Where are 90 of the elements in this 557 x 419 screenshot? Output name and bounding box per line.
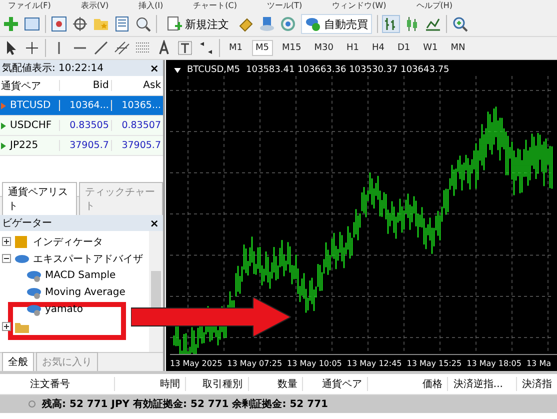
trendline-icon[interactable] (93, 40, 109, 56)
bid-price: 0.83505 (58, 120, 111, 131)
symbol-name: JP225 (10, 140, 38, 151)
chart-symbol: BTCUSD,M5 (187, 65, 240, 75)
close-button[interactable]: × (150, 62, 159, 74)
timeframe-button[interactable]: D1 (393, 40, 414, 56)
bar-chart-icon[interactable] (383, 16, 399, 32)
time-axis-label: 13 May 10:05 (287, 358, 342, 368)
panel-tab[interactable]: 通貨ペアリスト (2, 182, 77, 215)
time-axis-label: 13 May 18:05 (466, 358, 522, 368)
column-header[interactable]: Bid (58, 80, 111, 91)
ask-price: 0.83507 (110, 120, 163, 131)
tree-label: Moving Average (45, 287, 126, 298)
arrows-icon[interactable] (198, 40, 214, 56)
symbol-row[interactable]: JP225 37905.7 37905.7 (0, 136, 163, 156)
column-header[interactable]: Ask (110, 80, 163, 91)
text-label-icon[interactable] (177, 40, 193, 56)
expander-icon[interactable] (2, 254, 11, 263)
timeframe-button[interactable]: W1 (419, 40, 442, 56)
column-header[interactable]: 決済逆指... (448, 377, 517, 391)
timeframe-button[interactable]: M30 (310, 40, 338, 56)
timeframe-button[interactable]: M15 (278, 40, 306, 56)
tree-item[interactable]: インディケータ (0, 233, 105, 250)
menu-item[interactable]: ヘルプ(H) (416, 0, 453, 12)
crosshair-icon[interactable] (72, 16, 88, 32)
status-dot-icon (28, 400, 36, 408)
magnifier-icon[interactable] (135, 16, 151, 32)
crosshair-icon[interactable] (24, 40, 40, 56)
timeframe-button[interactable]: M5 (252, 40, 273, 56)
time-axis-label: 13 May 15:25 (406, 358, 462, 368)
time-axis-label: 13 Ma (526, 358, 551, 368)
menu-item[interactable]: ファイル(F) (8, 0, 51, 12)
document-plus-icon (166, 16, 182, 32)
close-button[interactable]: × (150, 216, 159, 230)
column-header[interactable]: 決済指 (516, 377, 557, 391)
timeframe-button[interactable]: M1 (225, 40, 246, 56)
timeframe-button[interactable]: H4 (368, 40, 388, 56)
navigator-title: ビゲーター (2, 217, 52, 230)
signal-icon[interactable] (280, 16, 296, 32)
symbol-row[interactable]: BTCUSD 10364... 10365... (0, 96, 163, 116)
zoom-in-icon[interactable] (452, 16, 468, 32)
menu-item[interactable]: 表示(V) (80, 0, 109, 12)
candlestick-icon[interactable] (404, 16, 420, 32)
tree-item[interactable]: Moving Average (0, 284, 128, 301)
column-header[interactable]: 注文番号 (0, 377, 116, 391)
bid-price: 10364... (58, 100, 111, 111)
symbol-name: BTCUSD (10, 100, 51, 111)
ask-price: 37905.7 (110, 140, 163, 151)
column-header[interactable]: 通貨ペア (303, 377, 368, 391)
column-header[interactable]: 時間 (115, 377, 186, 391)
column-header[interactable]: 取引種別 (186, 377, 249, 391)
column-header[interactable]: 通貨ペア (0, 78, 59, 92)
tree-label: MACD Sample (45, 270, 116, 281)
tree-label: インディケータ (33, 236, 103, 248)
menu-item[interactable]: チャート(C) (193, 0, 237, 12)
ask-price: 10365... (110, 100, 163, 111)
column-header[interactable]: 数量 (248, 377, 304, 391)
market-watch-title: 気配値表示: 10:22:14 (2, 62, 104, 75)
chart-ohlc: 103583.41 103663.36 103530.37 103643.75 (246, 65, 450, 75)
bid-price: 37905.7 (58, 140, 111, 151)
menu-item[interactable]: ツール(T) (267, 0, 302, 12)
symbol-row[interactable]: USDCHF 0.83505 0.83507 (0, 116, 163, 136)
dropdown-icon[interactable] (174, 68, 181, 72)
auto-trading-button[interactable]: 自動売買 (301, 14, 372, 34)
line-chart-icon[interactable] (425, 16, 441, 32)
tree-label: エキスパートアドバイザ (33, 252, 143, 266)
panel-tab[interactable]: 全般 (2, 352, 34, 371)
tree-label: yamato (45, 304, 83, 315)
expander-icon[interactable] (2, 237, 11, 246)
menu-item[interactable]: 挿入(I) (138, 0, 164, 12)
expander-icon[interactable] (2, 322, 11, 331)
balance-summary: 残高: 52 771 JPY 有効証拠金: 52 771 余剰証拠金: 52 771 (42, 397, 328, 411)
time-axis-label: 13 May 2025 (170, 358, 222, 368)
plus-icon[interactable] (3, 16, 19, 32)
tree-item[interactable]: エキスパートアドバイザ (0, 250, 145, 267)
time-axis-label: 13 May 12:45 (346, 358, 402, 368)
menu-item[interactable]: ウィンドウ(W) (332, 0, 386, 12)
tree-item[interactable]: yamato (0, 301, 85, 318)
chart-area[interactable]: BTCUSD,M5 103583.41 103663.36 103530.37 103643.75 13 May 2025 13 May 07:25 13 May 10:05 13 May 12:45 13 May 15:25 13 May 18:05 13 Ma (165, 60, 557, 371)
timeframe-button[interactable]: H1 (342, 40, 363, 56)
column-header[interactable]: 価格 (368, 377, 448, 391)
timeframe-button[interactable]: MN (446, 40, 470, 56)
channel-icon[interactable] (114, 40, 130, 56)
window-icon[interactable] (24, 16, 40, 32)
folder-star-icon[interactable] (93, 16, 109, 32)
tree-item[interactable]: MACD Sample (0, 267, 118, 284)
panel-icon[interactable] (114, 16, 130, 32)
new-order-button[interactable]: 新規注文 (162, 14, 233, 34)
time-axis-label: 13 May 07:25 (227, 358, 282, 368)
symbol-name: USDCHF (10, 120, 52, 131)
